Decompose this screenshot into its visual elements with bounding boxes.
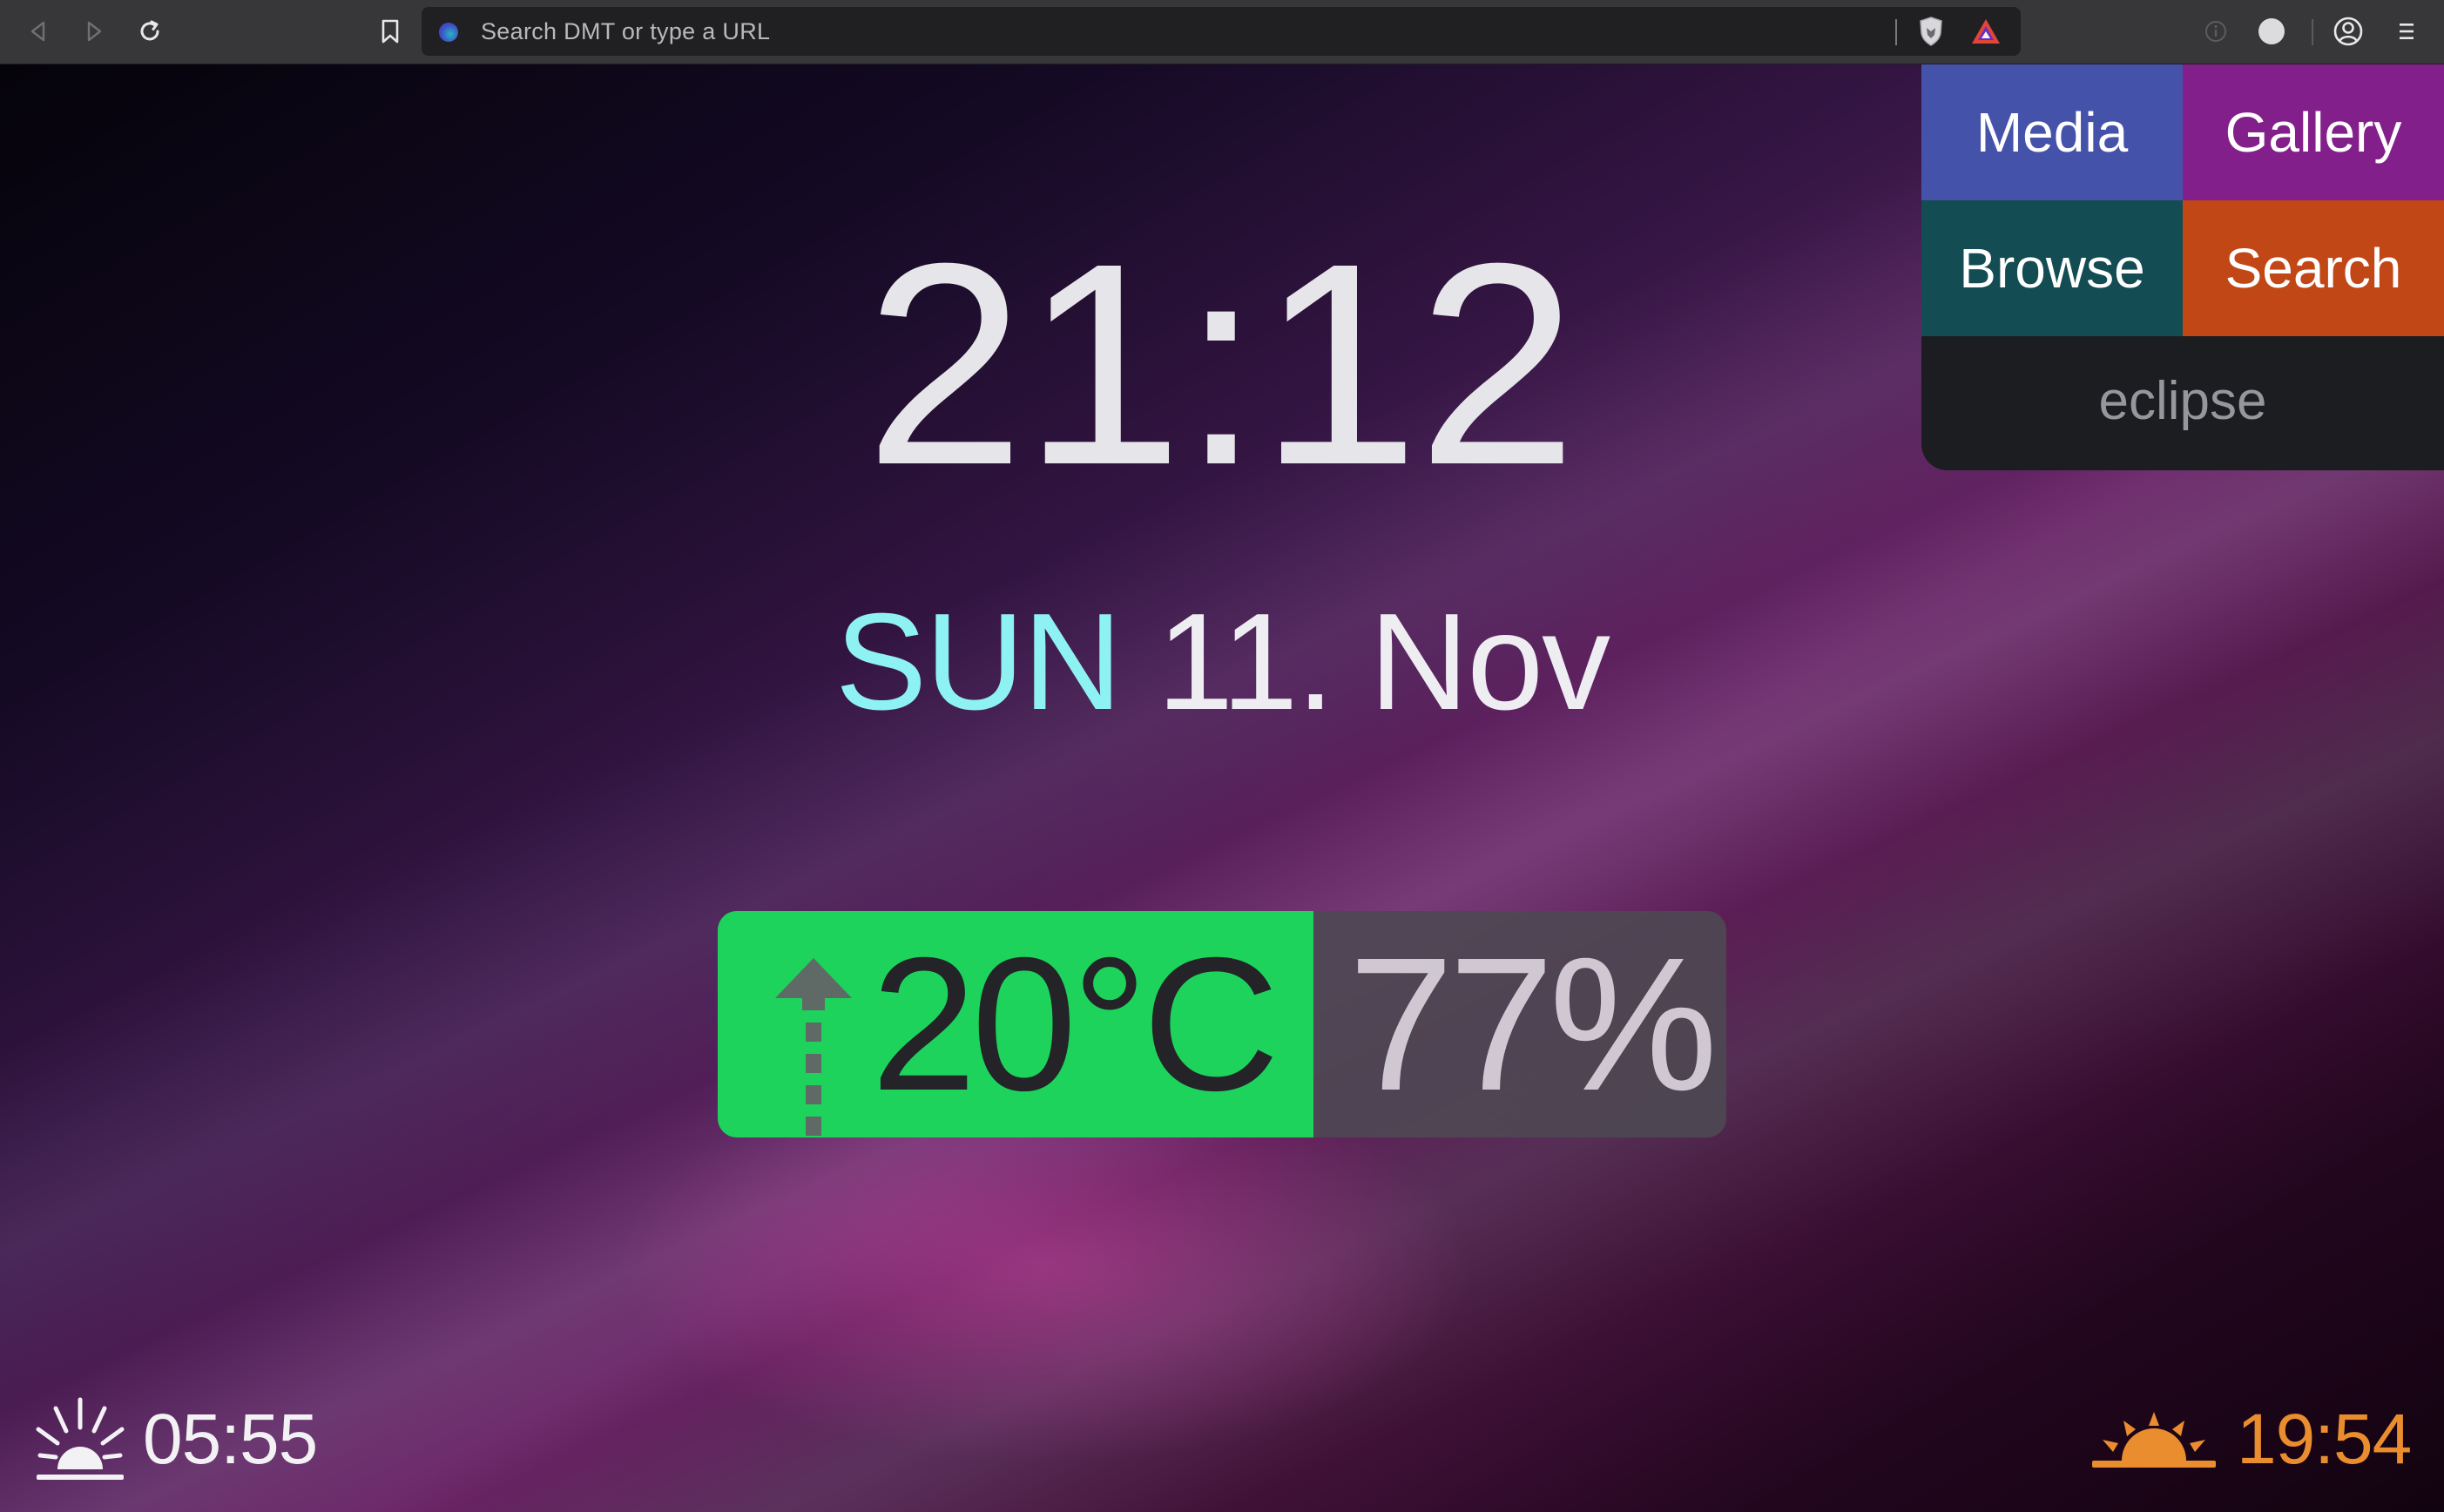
weather-widget: 20°C 77% — [718, 911, 1726, 1137]
reload-button[interactable] — [131, 12, 169, 51]
search-tile[interactable]: Search — [2183, 200, 2444, 336]
browser-toolbar: Search DMT or type a URL — [0, 0, 2444, 64]
rising-arrow-icon — [775, 958, 852, 1136]
quick-links-panel: Media Gallery Browse Search eclipse — [1921, 64, 2444, 470]
brave-shield-icon — [1920, 17, 1942, 46]
info-icon — [2205, 21, 2226, 42]
date-label: 11. Nov — [1157, 585, 1610, 739]
brave-rewards-icon — [1972, 19, 2000, 44]
sunset-icon — [2092, 1412, 2216, 1468]
sunrise-time: 05:55 — [143, 1400, 318, 1479]
sunset-time: 19:54 — [2237, 1400, 2412, 1479]
address-bar-placeholder: Search DMT or type a URL — [481, 18, 771, 44]
humidity-panel: 77% — [1313, 911, 1726, 1137]
extension-icon — [2258, 18, 2285, 44]
reload-icon — [140, 20, 159, 41]
hamburger-menu-icon — [2400, 24, 2414, 39]
sunrise-icon — [36, 1397, 125, 1480]
brave-rewards-button[interactable] — [1970, 17, 2002, 50]
browse-tile[interactable]: Browse — [1921, 200, 2183, 336]
brave-shield-button[interactable] — [1916, 16, 1946, 51]
extension-button[interactable] — [2252, 12, 2291, 51]
back-arrow-icon — [30, 21, 45, 42]
toolbar-divider — [2312, 19, 2313, 45]
theme-name-label[interactable]: eclipse — [1921, 336, 2444, 470]
menu-button[interactable] — [2387, 12, 2425, 51]
temperature-panel: 20°C — [718, 911, 1313, 1137]
search-engine-icon — [439, 23, 458, 42]
page: Search DMT or type a URL 21:12 SUN 11. N… — [0, 0, 2444, 1512]
info-button[interactable] — [2197, 12, 2235, 51]
sunrise-widget: 05:55 — [33, 1392, 318, 1488]
clock-date: SUN 11. Nov — [0, 584, 2444, 740]
address-bar-divider — [1895, 19, 1897, 45]
temperature-value: 20°C — [871, 919, 1279, 1131]
gallery-tile[interactable]: Gallery — [2183, 64, 2444, 200]
media-tile[interactable]: Media — [1921, 64, 2183, 200]
humidity-value: 77% — [1348, 919, 1718, 1131]
profile-icon — [2333, 17, 2363, 46]
address-bar[interactable]: Search DMT or type a URL — [422, 7, 2021, 56]
forward-arrow-icon — [87, 21, 102, 42]
back-button[interactable] — [19, 12, 57, 51]
profile-button[interactable] — [2329, 12, 2367, 51]
bookmark-button[interactable] — [371, 12, 409, 51]
sunset-widget: 19:54 — [2090, 1392, 2412, 1488]
forward-button[interactable] — [75, 12, 113, 51]
bookmark-icon — [381, 19, 399, 44]
weekday-label: SUN — [834, 585, 1123, 739]
